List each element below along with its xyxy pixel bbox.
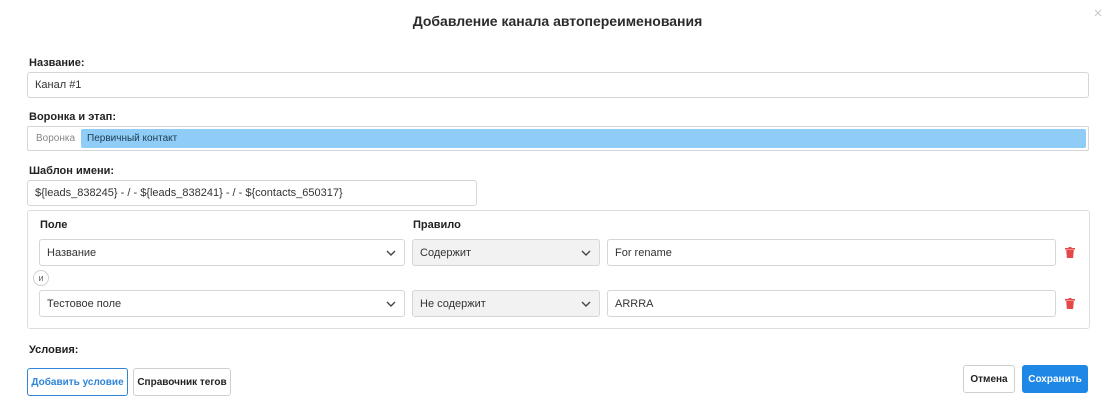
template-input[interactable]: ${leads_838245} - / - ${leads_838241} - … <box>27 180 477 206</box>
funnel-stage-select[interactable]: Воронка Первичный контакт <box>27 126 1089 151</box>
name-input-value: Канал #1 <box>35 79 82 91</box>
condition-rule-value: Не содержит <box>420 297 486 310</box>
funnel-stage-value[interactable]: Первичный контакт <box>81 129 1086 148</box>
condition-rule-select[interactable]: Не содержит <box>412 290 600 317</box>
trash-icon[interactable] <box>1065 247 1075 258</box>
condition-value-input[interactable]: For rename <box>607 239 1056 266</box>
trash-icon[interactable] <box>1065 298 1075 309</box>
funnel-label: Воронка и этап: <box>29 111 116 123</box>
condition-field-value: Тестовое поле <box>47 297 122 310</box>
conditions-label: Условия: <box>29 344 79 356</box>
save-button[interactable]: Сохранить <box>1022 365 1088 393</box>
add-condition-button[interactable]: Добавить условие <box>27 368 128 396</box>
chevron-down-icon <box>386 250 396 256</box>
condition-value-text: For rename <box>615 246 672 259</box>
column-header-field: Поле <box>40 219 68 231</box>
condition-field-value: Название <box>47 246 97 259</box>
condition-field-select[interactable]: Название <box>39 239 405 266</box>
chevron-down-icon <box>581 250 591 256</box>
auto-rename-channel-modal: Добавление канала автопереименования × Н… <box>0 0 1115 402</box>
condition-field-select[interactable]: Тестовое поле <box>39 290 405 317</box>
cancel-button[interactable]: Отмена <box>963 365 1015 393</box>
chevron-down-icon <box>581 301 591 307</box>
and-joiner-badge: и <box>33 270 49 286</box>
condition-value-text: ARRRA <box>615 297 654 310</box>
name-label: Название: <box>29 57 85 69</box>
condition-value-input[interactable]: ARRRA <box>607 290 1056 317</box>
chevron-down-icon <box>386 301 396 307</box>
condition-rule-select[interactable]: Содержит <box>412 239 600 266</box>
name-input[interactable]: Канал #1 <box>27 72 1089 98</box>
funnel-prefix: Воронка <box>36 133 76 144</box>
template-input-value: ${leads_838245} - / - ${leads_838241} - … <box>35 187 343 199</box>
template-label: Шаблон имени: <box>29 165 115 177</box>
modal-title: Добавление канала автопереименования <box>412 13 703 29</box>
close-icon[interactable]: × <box>1091 6 1105 21</box>
condition-rule-value: Содержит <box>420 246 472 259</box>
tags-reference-button[interactable]: Справочник тегов <box>133 368 231 396</box>
column-header-rule: Правило <box>413 219 461 231</box>
